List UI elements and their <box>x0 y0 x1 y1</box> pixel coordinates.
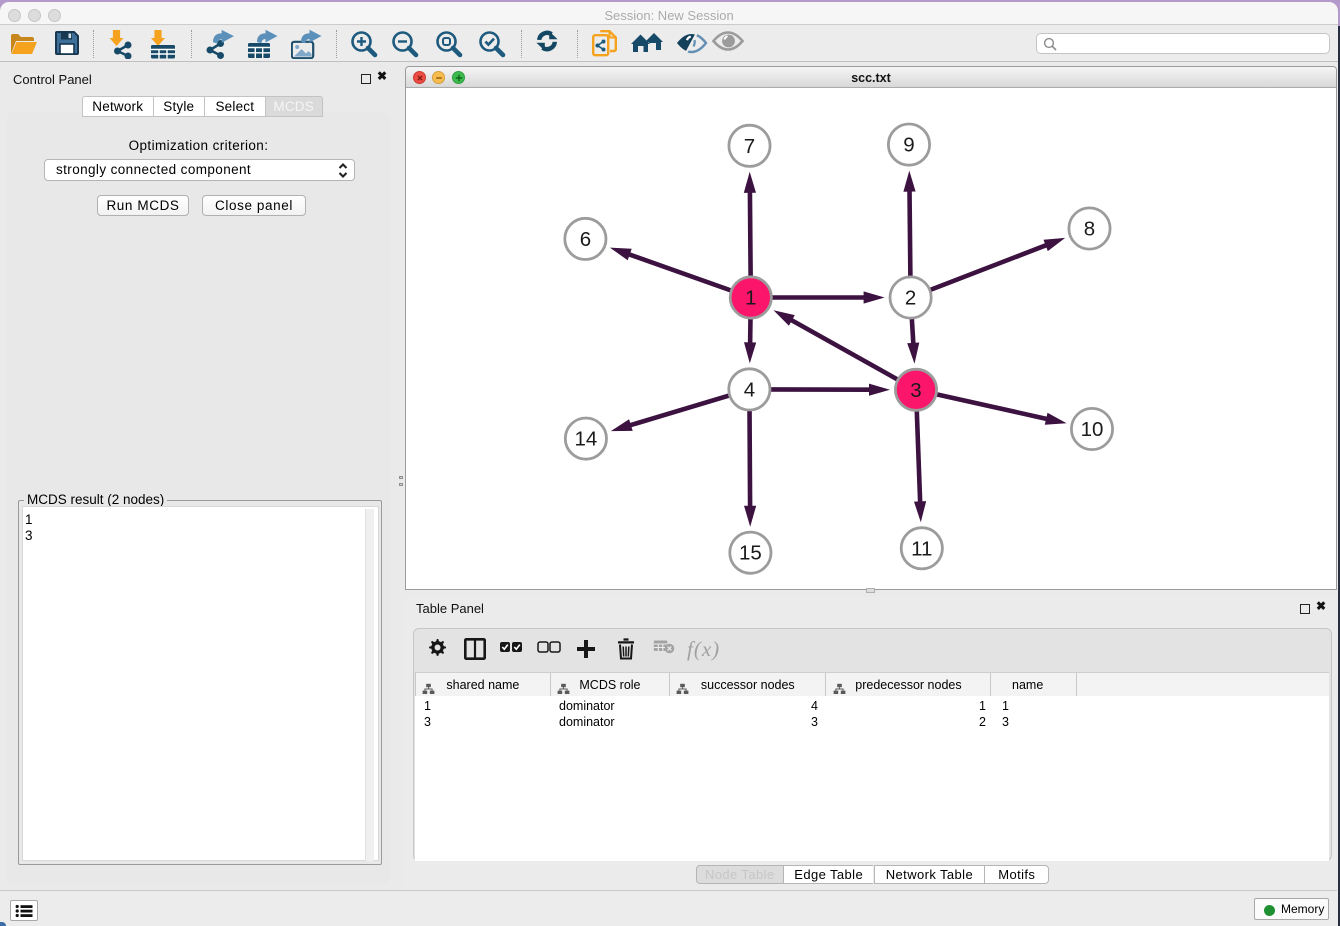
svg-text:9: 9 <box>903 134 914 157</box>
svg-text:8: 8 <box>1084 218 1095 241</box>
svg-text:10: 10 <box>1081 418 1104 441</box>
svg-text:14: 14 <box>574 428 597 451</box>
svg-text:4: 4 <box>744 378 755 401</box>
svg-text:7: 7 <box>744 135 755 158</box>
svg-text:6: 6 <box>580 228 591 251</box>
svg-text:11: 11 <box>911 537 932 560</box>
svg-text:2: 2 <box>905 287 916 310</box>
svg-text:3: 3 <box>910 379 921 402</box>
svg-text:1: 1 <box>745 287 756 310</box>
svg-text:15: 15 <box>739 542 762 565</box>
